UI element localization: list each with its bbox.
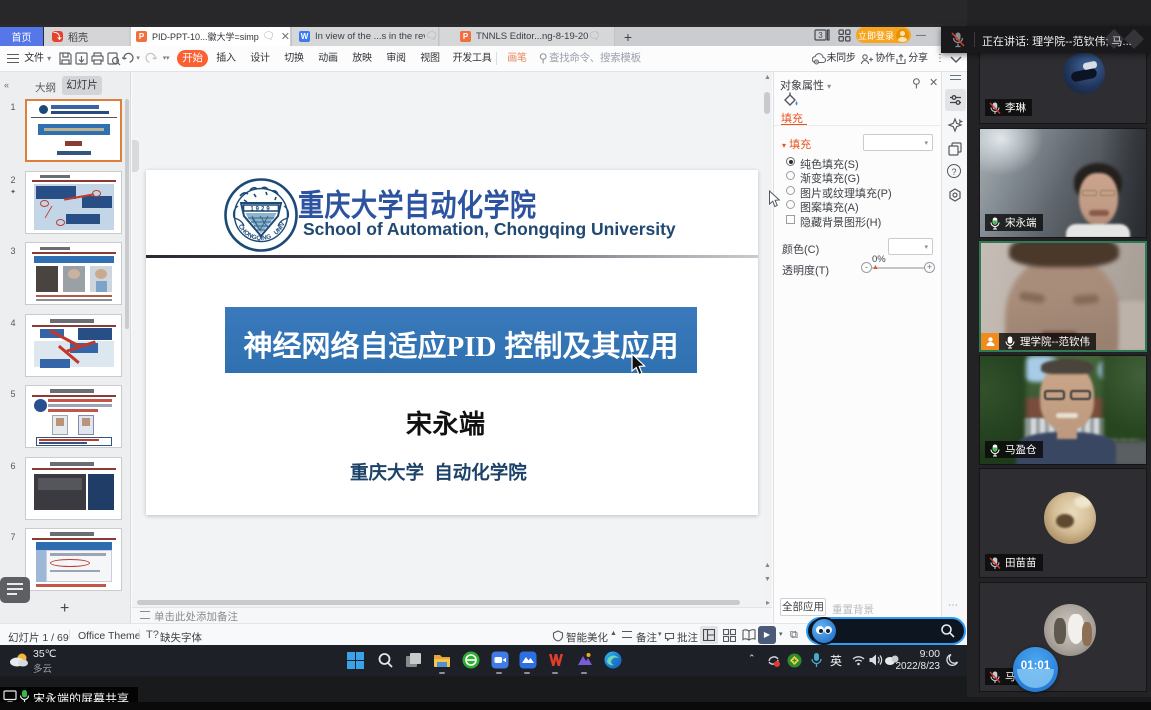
svg-text:3: 3 [818,31,823,40]
svg-text:1929: 1929 [250,207,271,213]
